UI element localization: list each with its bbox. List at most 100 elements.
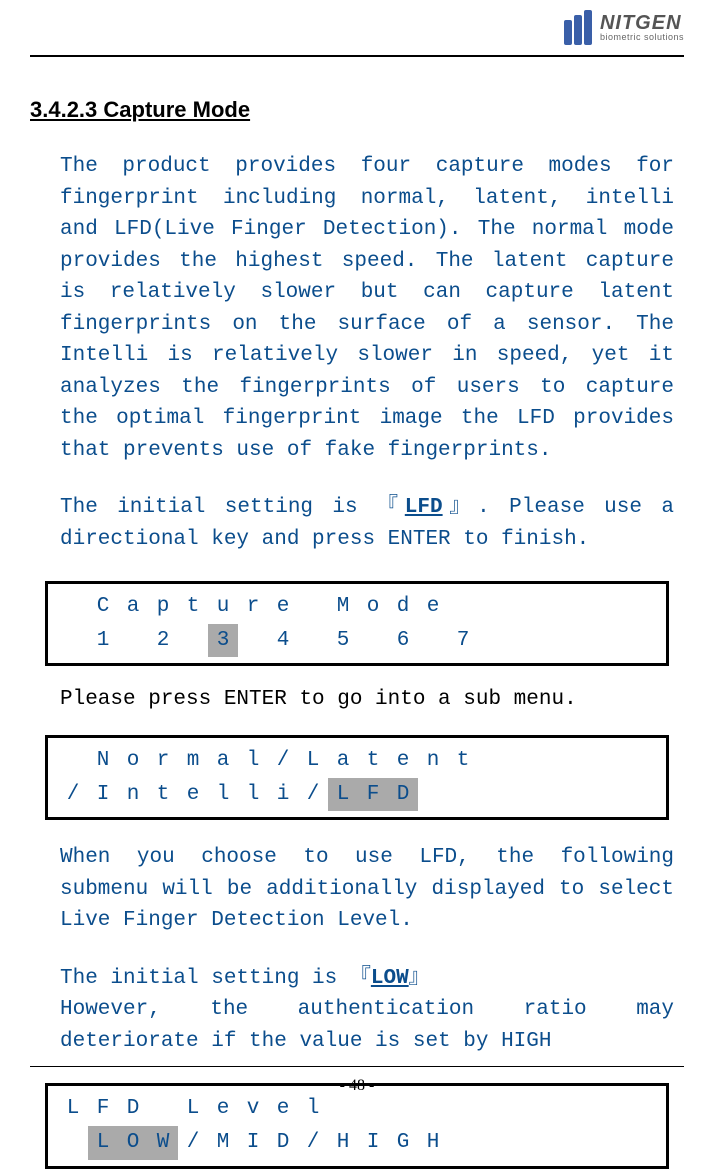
logo-sub: biometric solutions: [600, 33, 684, 42]
lcd-cell: [148, 1092, 178, 1126]
para4-post: 』: [409, 967, 430, 990]
lcd-cell: [58, 590, 88, 624]
lcd-cell: l: [238, 778, 268, 812]
para4-pre: The initial setting is 『: [60, 967, 371, 990]
para4-emph: LOW: [371, 967, 409, 990]
lcd-cell: [478, 744, 508, 778]
lcd-cell: [298, 590, 328, 624]
lcd-cell: l: [238, 744, 268, 778]
lcd-cell: a: [118, 590, 148, 624]
lcd-cell: p: [148, 590, 178, 624]
lcd-cell: D: [118, 1092, 148, 1126]
lcd-cell: 4: [268, 624, 298, 658]
lcd3-row2: LOW/MID/HIGH: [58, 1126, 656, 1160]
lcd-cell: /: [298, 778, 328, 812]
lcd-cell: e: [418, 590, 448, 624]
lcd-cell: [58, 1126, 88, 1160]
lcd-cell: [478, 1092, 508, 1126]
lcd-cell: [238, 624, 268, 658]
lcd-cell: [448, 590, 478, 624]
paragraph-3: When you choose to use LFD, the followin…: [30, 842, 684, 937]
lcd-cell: [508, 1092, 538, 1126]
lcd-cell: M: [208, 1126, 238, 1160]
lcd-cell: G: [388, 1126, 418, 1160]
lcd-cell: [358, 624, 388, 658]
lcd-cell: [508, 778, 538, 812]
lcd-cell: F: [358, 778, 388, 812]
lcd-cell: /: [298, 1126, 328, 1160]
lcd-cell: L: [328, 778, 358, 812]
logo: NITGEN biometric solutions: [564, 10, 684, 45]
paragraph-4-5: The initial setting is 『LOW』 However, th…: [30, 963, 684, 1058]
lcd-cell: /: [178, 1126, 208, 1160]
lcd-cell: v: [238, 1092, 268, 1126]
lcd-cell: e: [268, 590, 298, 624]
lcd-cell: /: [268, 744, 298, 778]
lcd-cell: o: [118, 744, 148, 778]
lcd-display-1: Capture Mode 1 2 3 4 5 6 7: [45, 581, 669, 666]
lcd-cell: L: [298, 744, 328, 778]
logo-bars-icon: [564, 10, 592, 45]
lcd-cell: [448, 1092, 478, 1126]
lcd-cell: M: [328, 590, 358, 624]
lcd-cell: e: [268, 1092, 298, 1126]
lcd-cell: u: [208, 590, 238, 624]
lcd1-row2: 1 2 3 4 5 6 7: [58, 624, 656, 658]
lcd-cell: O: [118, 1126, 148, 1160]
divider-bottom: [30, 1066, 684, 1067]
lcd-cell: m: [178, 744, 208, 778]
lcd-cell: [418, 778, 448, 812]
lcd-cell: [448, 778, 478, 812]
lcd-cell: t: [148, 778, 178, 812]
lcd-display-3: LFD Level LOW/MID/HIGH: [45, 1083, 669, 1168]
lcd-cell: [58, 744, 88, 778]
lcd-cell: L: [88, 1126, 118, 1160]
lcd-cell: o: [358, 590, 388, 624]
lcd-cell: [508, 1126, 538, 1160]
para2-pre: The initial setting is 『: [60, 496, 405, 519]
lcd-cell: [448, 1126, 478, 1160]
header: NITGEN biometric solutions: [0, 0, 714, 50]
lcd-cell: l: [298, 1092, 328, 1126]
lcd-cell: I: [88, 778, 118, 812]
footer: - 48 -: [0, 1066, 714, 1095]
lcd-cell: [178, 624, 208, 658]
lcd-cell: [328, 1092, 358, 1126]
content: 3.4.2.3 Capture Mode The product provide…: [0, 57, 714, 1169]
lcd-cell: N: [88, 744, 118, 778]
lcd-cell: H: [328, 1126, 358, 1160]
lcd-cell: 6: [388, 624, 418, 658]
lcd-cell: [118, 624, 148, 658]
lcd-cell: [478, 778, 508, 812]
lcd-cell: L: [58, 1092, 88, 1126]
lcd-cell: [508, 590, 538, 624]
lcd2-row2: /Intelli/LFD: [58, 778, 656, 812]
lcd1-row1: Capture Mode: [58, 590, 656, 624]
lcd-cell: [298, 624, 328, 658]
lcd-cell: 2: [148, 624, 178, 658]
lcd-cell: [508, 624, 538, 658]
para5: However, the authentication ratio may de…: [60, 998, 674, 1053]
lcd-cell: D: [388, 778, 418, 812]
lcd-cell: [358, 1092, 388, 1126]
para2-emph: LFD: [405, 496, 443, 519]
page-number: - 48 -: [0, 1077, 714, 1095]
logo-text: NITGEN biometric solutions: [600, 13, 684, 42]
lcd-cell: r: [238, 590, 268, 624]
logo-main: NITGEN: [600, 13, 684, 33]
lcd3-row1: LFD Level: [58, 1092, 656, 1126]
lcd-cell: 1: [88, 624, 118, 658]
lcd-cell: [418, 1092, 448, 1126]
lcd-cell: F: [88, 1092, 118, 1126]
lcd-cell: 7: [448, 624, 478, 658]
lcd-cell: i: [268, 778, 298, 812]
lcd-cell: H: [418, 1126, 448, 1160]
instruction-1: Please press ENTER to go into a sub menu…: [30, 688, 684, 711]
paragraph-2: The initial setting is 『LFD』. Please use…: [30, 492, 684, 555]
lcd-cell: t: [448, 744, 478, 778]
section-title: 3.4.2.3 Capture Mode: [30, 97, 684, 123]
lcd-cell: l: [208, 778, 238, 812]
lcd-cell: n: [418, 744, 448, 778]
lcd-cell: a: [208, 744, 238, 778]
lcd2-row1: Normal/Latent: [58, 744, 656, 778]
